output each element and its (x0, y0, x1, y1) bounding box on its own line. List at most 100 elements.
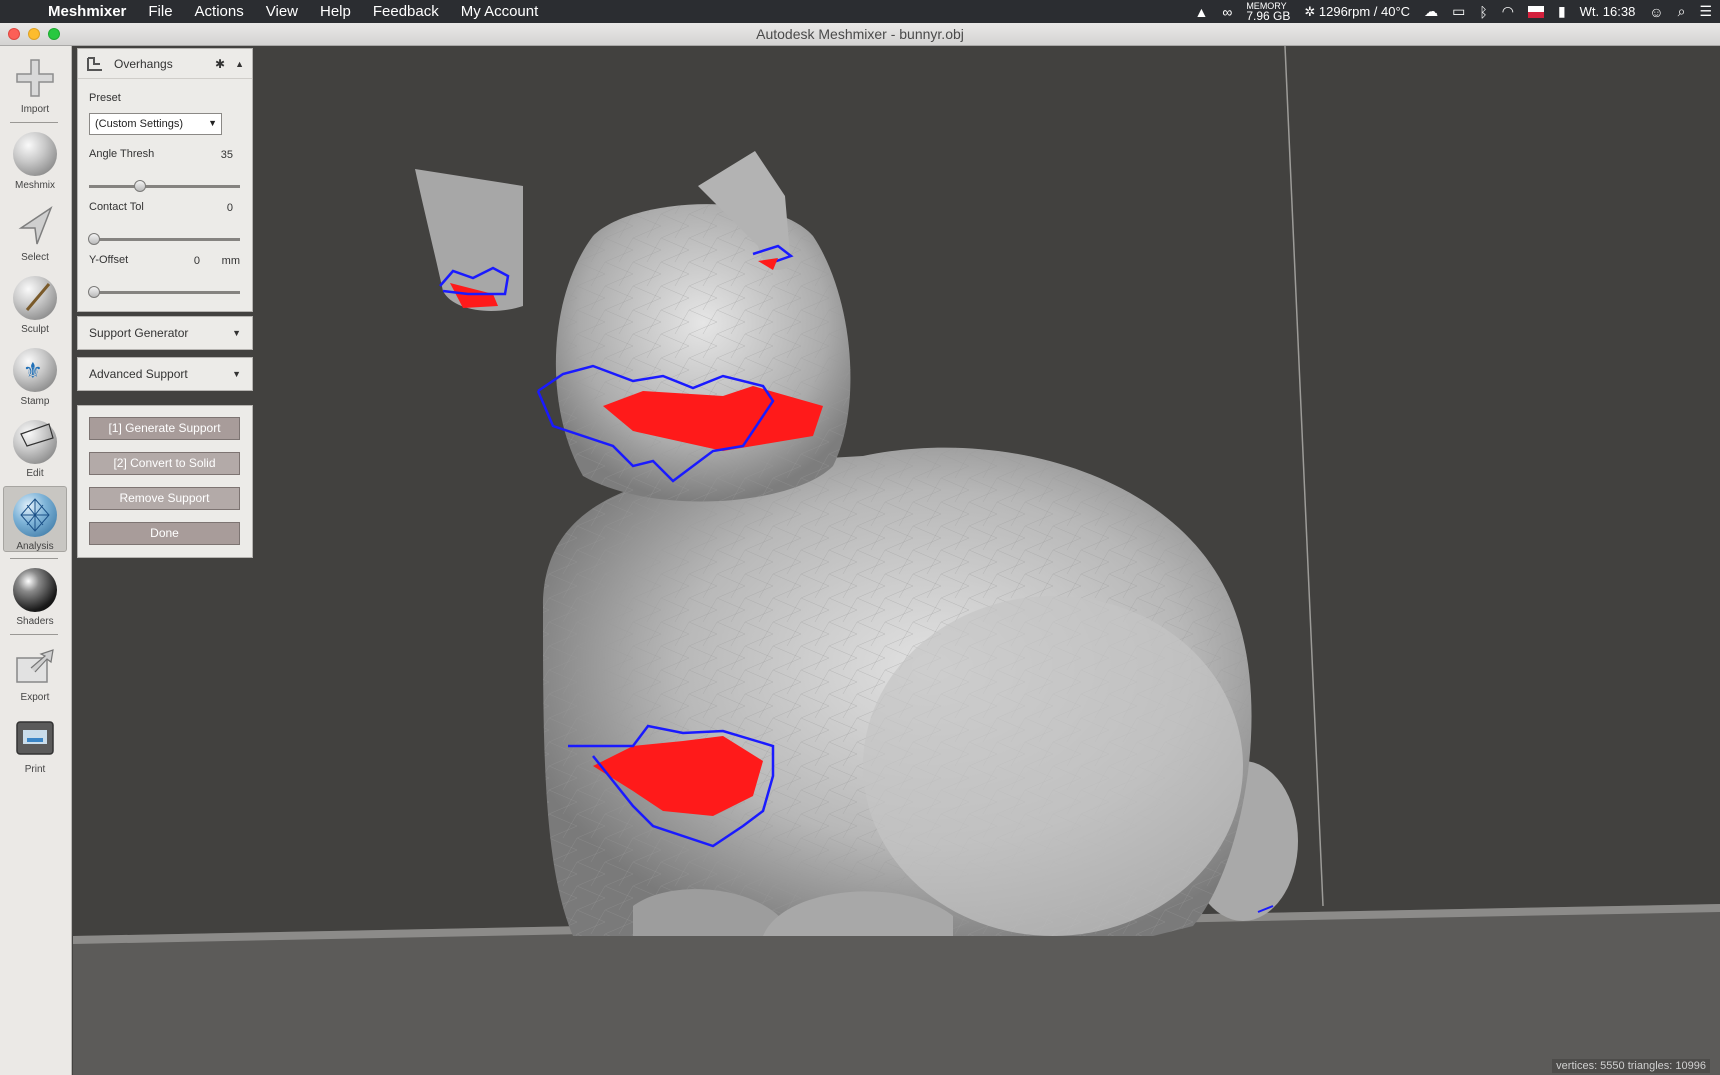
drive-icon[interactable]: ▲ (1194, 4, 1208, 20)
convert-to-solid-button[interactable]: [2] Convert to Solid (89, 452, 240, 475)
fan-temp-indicator[interactable]: ✲ 1296rpm / 40°C (1304, 4, 1410, 20)
tool-print[interactable]: Print (3, 710, 67, 776)
overhangs-panel-header[interactable]: Overhangs ✱ ▲ (78, 49, 252, 79)
support-generator-panel[interactable]: Support Generator ▼ (77, 316, 253, 350)
tool-label: Meshmix (14, 180, 55, 191)
overhang-icon (86, 56, 104, 72)
menu-actions[interactable]: Actions (184, 3, 255, 20)
creative-cloud-icon[interactable]: ∞ (1222, 4, 1232, 20)
memory-indicator[interactable]: MEMORY 7.96 GB (1246, 1, 1290, 22)
preset-value: (Custom Settings) (95, 118, 184, 130)
angle-thresh-slider[interactable] (89, 180, 240, 192)
maximize-window-button[interactable] (48, 28, 60, 40)
cloud-sync-icon[interactable]: ☁ (1424, 3, 1438, 20)
tool-label: Export (20, 692, 50, 703)
done-button[interactable]: Done (89, 522, 240, 545)
printer-icon (13, 716, 57, 760)
left-toolbar: Import Meshmix Select Sculpt ⚜ Stamp Edi… (0, 46, 72, 1075)
tool-analysis[interactable]: Analysis (3, 486, 67, 552)
contact-tol-slider-knob[interactable] (88, 233, 100, 245)
close-window-button[interactable] (8, 28, 20, 40)
tool-meshmix[interactable]: Meshmix (3, 126, 67, 192)
overhangs-panel: Overhangs ✱ ▲ Preset (Custom Settings) ▼… (77, 48, 253, 312)
angle-thresh-label: Angle Thresh (89, 148, 155, 160)
user-icon[interactable]: ☺ (1649, 4, 1663, 20)
menubar: Meshmixer File Actions View Help Feedbac… (0, 0, 1720, 23)
analysis-sphere-icon (13, 493, 57, 537)
menu-file[interactable]: File (137, 3, 183, 20)
menu-help[interactable]: Help (309, 3, 362, 20)
advanced-support-panel[interactable]: Advanced Support ▼ (77, 357, 253, 391)
tool-label: Stamp (20, 396, 50, 407)
battery-extra-icon[interactable]: ▭ (1452, 3, 1465, 20)
minimize-window-button[interactable] (28, 28, 40, 40)
tool-label: Import (20, 104, 50, 115)
contact-tol-value[interactable]: 0 (227, 202, 233, 214)
chevron-down-icon: ▼ (208, 118, 217, 128)
bluetooth-icon[interactable]: ᛒ (1479, 4, 1487, 20)
menu-app-name[interactable]: Meshmixer (44, 3, 137, 20)
fan-temp-text: 1296rpm / 40°C (1318, 3, 1411, 19)
spotlight-search-icon[interactable]: ⌕ (1678, 3, 1686, 20)
y-offset-slider-knob[interactable] (88, 286, 100, 298)
tool-label: Edit (26, 468, 44, 479)
input-language-flag-icon[interactable] (1527, 5, 1544, 18)
gear-icon[interactable]: ✱ (215, 57, 225, 71)
tool-label: Analysis (16, 541, 54, 552)
tool-shaders[interactable]: Shaders (3, 562, 67, 628)
tool-select[interactable]: Select (3, 198, 67, 264)
angle-thresh-slider-knob[interactable] (133, 180, 146, 192)
contact-tol-label: Contact Tol (89, 201, 144, 213)
svg-text:⚜: ⚜ (23, 359, 43, 384)
advanced-support-title: Advanced Support (89, 367, 188, 381)
plus-icon (13, 56, 57, 100)
memory-value: 7.96 GB (1246, 9, 1291, 23)
y-offset-unit: mm (221, 255, 240, 267)
export-icon (13, 644, 57, 688)
3d-viewport[interactable]: vertices: 5550 triangles: 10996 (73, 46, 1720, 1075)
tool-label: Sculpt (21, 324, 49, 335)
contact-tol-slider[interactable] (88, 233, 240, 245)
bunny-mesh[interactable] (415, 151, 1298, 936)
overhangs-title: Overhangs (114, 56, 173, 71)
notification-center-icon[interactable]: ☰ (1699, 3, 1712, 20)
menu-my-account[interactable]: My Account (450, 3, 550, 20)
menu-feedback[interactable]: Feedback (362, 3, 450, 20)
tool-export[interactable]: Export (3, 638, 67, 704)
tool-stamp[interactable]: ⚜ Stamp (3, 342, 67, 408)
collapse-caret-icon[interactable]: ▲ (235, 59, 244, 69)
support-actions-panel: [1] Generate Support [2] Convert to Soli… (77, 405, 253, 558)
window-titlebar: Autodesk Meshmixer - bunnyr.obj (0, 23, 1720, 46)
support-generator-title: Support Generator (89, 326, 189, 340)
menu-view[interactable]: View (255, 3, 309, 20)
remove-support-button[interactable]: Remove Support (89, 487, 240, 510)
y-offset-value[interactable]: 0 (194, 255, 200, 267)
tool-edit[interactable]: Edit (3, 414, 67, 480)
y-offset-label: Y-Offset (89, 254, 129, 266)
chevron-down-icon: ▼ (232, 369, 241, 379)
meshmix-sphere-icon (13, 132, 57, 176)
sculpt-brush-icon (13, 276, 57, 320)
chevron-down-icon: ▼ (232, 328, 241, 338)
tool-sculpt[interactable]: Sculpt (3, 270, 67, 336)
preset-dropdown[interactable]: (Custom Settings) ▼ (89, 113, 222, 135)
generate-support-button[interactable]: [1] Generate Support (89, 417, 240, 440)
tool-import[interactable]: Import (3, 50, 67, 116)
select-arrow-icon (13, 204, 57, 248)
angle-thresh-value[interactable]: 35 (221, 149, 233, 161)
wifi-icon[interactable]: ◠ (1502, 3, 1514, 20)
clock[interactable]: Wt. 16:38 (1580, 4, 1636, 19)
tool-label: Shaders (16, 616, 54, 627)
window-title: Autodesk Meshmixer - bunnyr.obj (756, 26, 964, 42)
y-offset-slider[interactable] (88, 286, 240, 298)
scene-canvas[interactable] (73, 46, 1720, 1075)
preset-label: Preset (89, 92, 121, 104)
fan-icon: ✲ (1304, 3, 1316, 19)
stamp-icon: ⚜ (13, 348, 57, 392)
shader-sphere-icon (13, 568, 57, 612)
tool-label: Print (24, 764, 46, 775)
mesh-stats: vertices: 5550 triangles: 10996 (1552, 1059, 1710, 1073)
battery-icon[interactable]: ▮ (1558, 3, 1566, 20)
tool-label: Select (21, 252, 49, 263)
edit-sphere-icon (13, 420, 57, 464)
